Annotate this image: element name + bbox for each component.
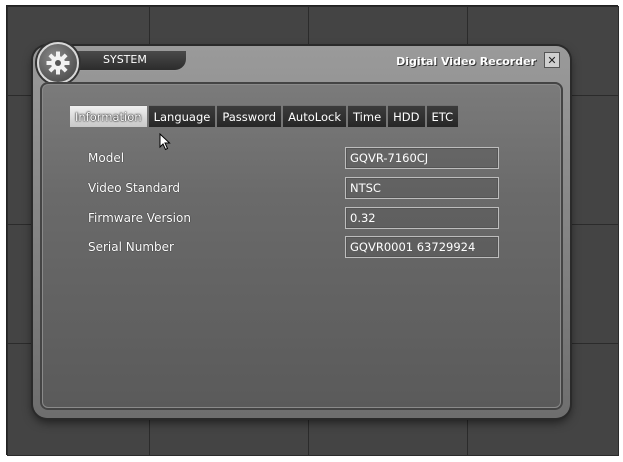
window-title: Digital Video Recorder (396, 55, 536, 68)
firmware-version-label: Firmware Version (88, 211, 191, 225)
tab-hdd[interactable]: HDD (388, 105, 425, 127)
tab-information[interactable]: Information (70, 105, 147, 127)
tab-time[interactable]: Time (348, 105, 387, 127)
close-icon: ✕ (547, 53, 557, 67)
gear-icon (37, 42, 79, 84)
title-bar: SYSTEM Digital Video Recorder ✕ (33, 42, 570, 84)
model-value: GQVR-7160CJ (345, 147, 499, 169)
close-button[interactable]: ✕ (544, 52, 560, 68)
tab-bar: Information Language Password AutoLock T… (70, 105, 459, 127)
tab-autolock[interactable]: AutoLock (283, 105, 346, 127)
serial-number-label: Serial Number (88, 240, 174, 254)
tab-password[interactable]: Password (217, 105, 282, 127)
firmware-version-value: 0.32 (345, 207, 499, 229)
serial-number-value: GQVR0001 63729924 (345, 236, 499, 258)
video-standard-label: Video Standard (88, 181, 181, 195)
video-standard-value: NTSC (345, 177, 499, 199)
tab-etc[interactable]: ETC (426, 105, 459, 127)
system-tab[interactable]: SYSTEM (77, 51, 187, 71)
system-dialog: SYSTEM Digital Video Recorder ✕ Informat… (33, 42, 570, 418)
model-label: Model (88, 151, 125, 165)
tab-language[interactable]: Language (148, 105, 216, 127)
